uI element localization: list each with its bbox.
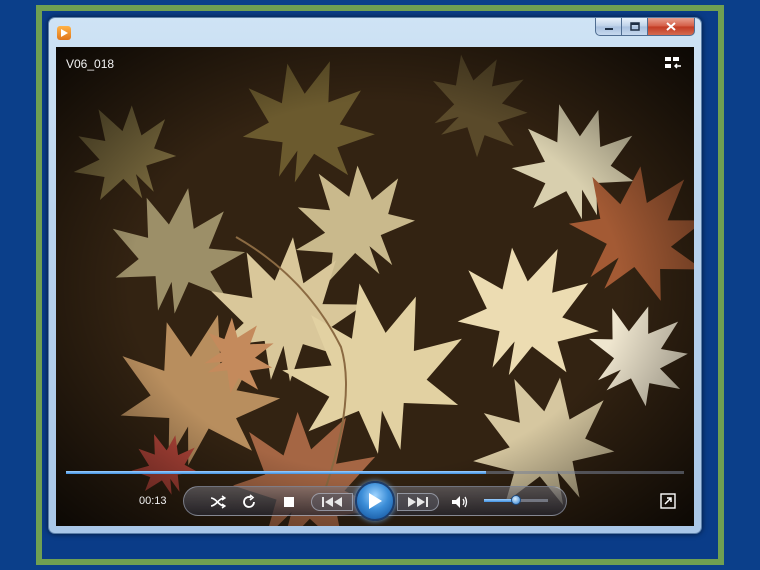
media-player-window[interactable]: V06_018 00:13 [48,17,702,534]
seek-bar[interactable] [66,471,684,474]
mute-button[interactable] [450,493,470,511]
seek-bar-progress [66,471,487,474]
shuffle-button[interactable] [209,493,227,511]
fullscreen-icon [660,493,676,509]
minimize-button[interactable] [595,18,622,36]
close-button[interactable] [648,18,695,36]
repeat-icon [243,494,255,508]
volume-slider[interactable] [484,495,548,505]
switch-to-library-button[interactable] [664,55,682,71]
repeat-button[interactable] [240,493,258,511]
media-player-icon[interactable] [57,26,71,40]
maximize-icon [629,22,640,31]
video-frame-leaves [56,47,694,526]
previous-button[interactable] [311,493,353,511]
caption-buttons [595,18,695,37]
play-button[interactable] [355,481,395,521]
next-button[interactable] [397,493,439,511]
fullscreen-button[interactable] [660,493,676,509]
minimize-icon [604,27,613,30]
switch-to-library-icon [665,57,681,69]
previous-icon [322,497,342,507]
play-icon [369,493,382,509]
video-area[interactable]: V06_018 00:13 [56,47,694,526]
next-icon [408,497,428,507]
volume-thumb[interactable] [511,495,521,505]
stop-button[interactable] [280,493,298,511]
volume-icon [452,496,468,508]
video-title: V06_018 [66,57,115,71]
maximize-button[interactable] [622,18,648,36]
shuffle-icon [210,495,226,509]
close-icon [666,22,676,31]
elapsed-time: 00:13 [139,495,167,507]
stop-icon [284,497,294,507]
